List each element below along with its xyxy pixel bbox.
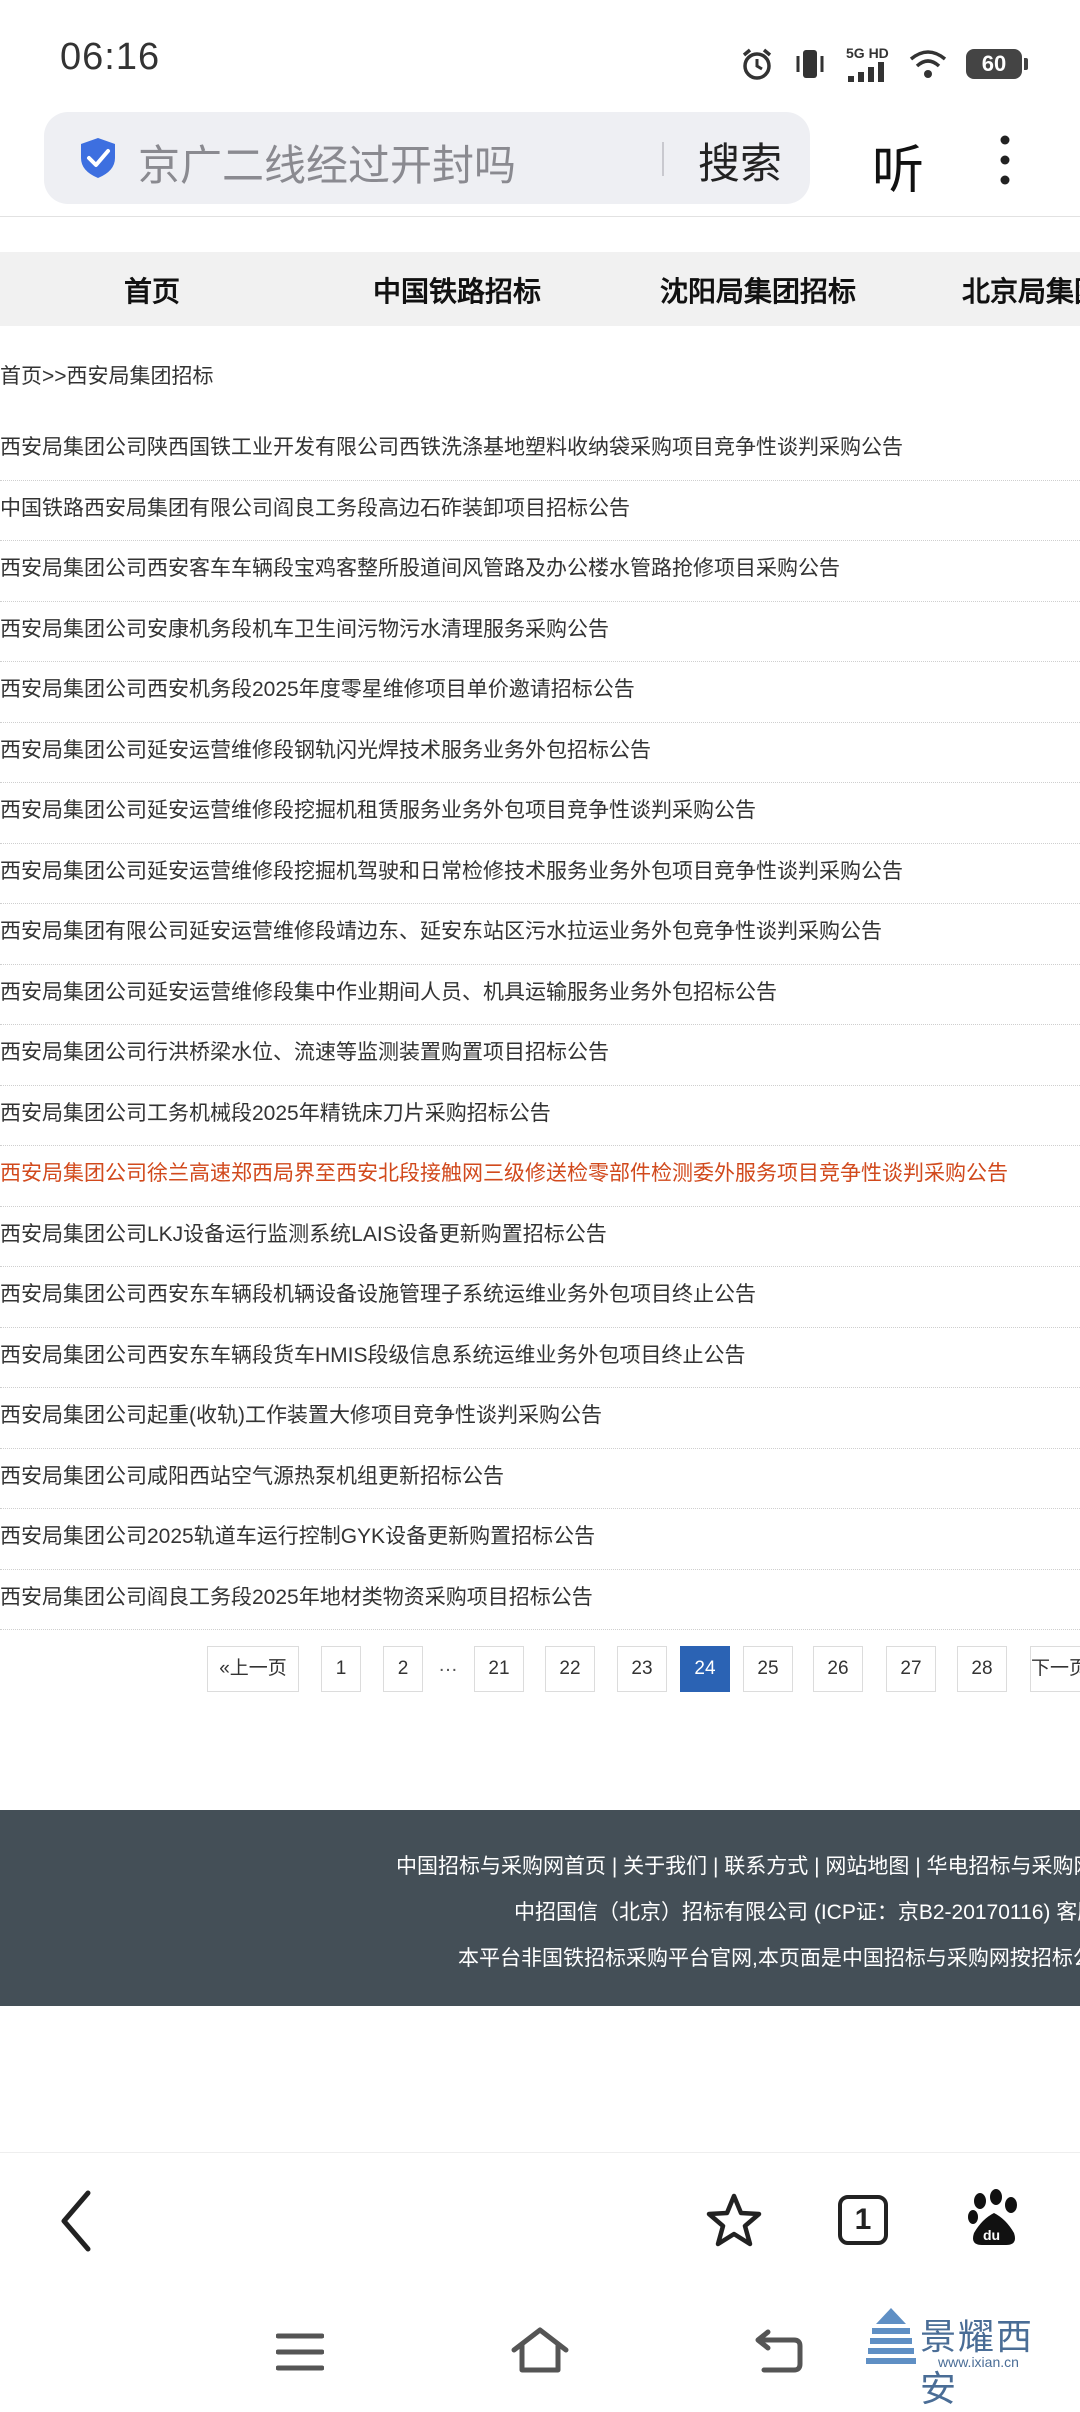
prev-page-button[interactable]: «上一页: [207, 1646, 299, 1692]
browser-toolbar: 1 du: [0, 2152, 1080, 2282]
svg-text:du: du: [983, 2227, 1000, 2243]
signal-icon: [848, 62, 884, 82]
list-item[interactable]: 西安局集团公司2025轨道车运行控制GYK设备更新购置招标公告: [0, 1509, 1080, 1570]
list-item[interactable]: 西安局集团公司西安东车辆段机辆设备设施管理子系统运维业务外包项目终止公告: [0, 1267, 1080, 1328]
list-item[interactable]: 西安局集团公司安康机务段机车卫生间污物污水清理服务采购公告: [0, 602, 1080, 662]
signal-group: 5G HD: [846, 46, 890, 82]
vibrate-icon: [796, 50, 824, 78]
page-ellipsis: …: [438, 1654, 458, 1676]
home-icon[interactable]: [510, 2326, 570, 2374]
list-item[interactable]: 西安局集团有限公司延安运营维修段靖边东、延安东站区污水拉运业务外包竞争性谈判采购…: [0, 904, 1080, 965]
nav-item-china-railway[interactable]: 中国铁路招标: [373, 270, 541, 310]
baidu-paw-icon[interactable]: du: [966, 2189, 1022, 2249]
list-item[interactable]: 西安局集团公司西安客车车辆段宝鸡客整所股道间风管路及办公楼水管路抢修项目采购公告: [0, 541, 1080, 602]
list-item[interactable]: 西安局集团公司工务机械段2025年精铣床刀片采购招标公告: [0, 1086, 1080, 1146]
page-button[interactable]: 21: [474, 1646, 524, 1692]
shield-icon: [81, 138, 115, 178]
list-item[interactable]: 西安局集团公司起重(收轨)工作装置大修项目竞争性谈判采购公告: [0, 1388, 1080, 1449]
list-item[interactable]: 中国铁路西安局集团有限公司阎良工务段高边石砟装卸项目招标公告: [0, 481, 1080, 541]
wifi-icon: [909, 50, 947, 78]
footer-disclaimer: 本平台非国铁招标采购平台官网,本页面是中国招标与采购网按招标公: [458, 1947, 1080, 1970]
page-button[interactable]: 1: [321, 1646, 361, 1692]
watermark-url: www.ixian.cn: [938, 2354, 1019, 2370]
site-nav: 首页 中国铁路招标 沈阳局集团招标 北京局集团: [0, 252, 1080, 326]
pagination: «上一页 1 2 … 21 22 23 24 25 26 27 28 下一页: [0, 1646, 1080, 1694]
next-page-button[interactable]: 下一页: [1030, 1646, 1080, 1692]
watermark-logo-icon: [866, 2308, 916, 2364]
watermark: 景耀西安 www.ixian.cn: [860, 2300, 1060, 2410]
alarm-icon: [742, 48, 772, 80]
page-button[interactable]: 25: [743, 1646, 793, 1692]
list-item[interactable]: 西安局集团公司延安运营维修段挖掘机租赁服务业务外包项目竞争性谈判采购公告: [0, 783, 1080, 844]
back-arrow-icon[interactable]: [56, 2189, 96, 2253]
page-button[interactable]: 26: [813, 1646, 863, 1692]
list-item[interactable]: 西安局集团公司延安运营维修段集中作业期间人员、机具运输服务业务外包招标公告: [0, 965, 1080, 1025]
page-button[interactable]: 23: [617, 1646, 667, 1692]
list-item-visited[interactable]: 西安局集团公司徐兰高速郑西局界至西安北段接触网三级修送检零部件检测委外服务项目竞…: [0, 1146, 1080, 1207]
battery-indicator: 60: [966, 49, 1028, 79]
list-item[interactable]: 西安局集团公司咸阳西站空气源热泵机组更新招标公告: [0, 1449, 1080, 1509]
page-button[interactable]: 27: [886, 1646, 936, 1692]
status-time: 06:16: [60, 36, 161, 78]
page-button[interactable]: 22: [545, 1646, 595, 1692]
footer-links[interactable]: 中国招标与采购网首页 | 关于我们 | 联系方式 | 网站地图 | 华电招标与采…: [396, 1850, 1080, 1880]
nav-item-beijing[interactable]: 北京局集团: [962, 270, 1080, 310]
list-item[interactable]: 西安局集团公司LKJ设备运行监测系统LAIS设备更新购置招标公告: [0, 1207, 1080, 1267]
list-item[interactable]: 西安局集团公司延安运营维修段钢轨闪光焊技术服务业务外包招标公告: [0, 723, 1080, 783]
breadcrumb[interactable]: 首页>>西安局集团招标: [0, 360, 214, 390]
list-item[interactable]: 西安局集团公司西安机务段2025年度零星维修项目单价邀请招标公告: [0, 662, 1080, 723]
return-icon[interactable]: [754, 2328, 804, 2374]
search-divider: [662, 142, 664, 176]
star-bookmark-icon[interactable]: [704, 2191, 764, 2251]
page-button[interactable]: 28: [957, 1646, 1007, 1692]
list-item[interactable]: 西安局集团公司行洪桥梁水位、流速等监测装置购置项目招标公告: [0, 1025, 1080, 1086]
tab-count-button[interactable]: 1: [838, 2195, 888, 2245]
list-item[interactable]: 西安局集团公司西安东车辆段货车HMIS段级信息系统运维业务外包项目终止公告: [0, 1328, 1080, 1388]
menu-icon[interactable]: [276, 2332, 324, 2372]
search-query-text: 京广二线经过开封吗: [138, 142, 517, 189]
site-footer: 中国招标与采购网首页 | 关于我们 | 联系方式 | 网站地图 | 华电招标与采…: [0, 1810, 1080, 2006]
list-item[interactable]: 西安局集团公司陕西国铁工业开发有限公司西铁洗涤基地塑料收纳袋采购项目竞争性谈判采…: [0, 420, 1080, 481]
browser-search-row: 京广二线经过开封吗 搜索 听: [0, 110, 1080, 220]
header-divider: [0, 216, 1080, 217]
tender-list: 西安局集团公司陕西国铁工业开发有限公司西铁洗涤基地塑料收纳袋采购项目竞争性谈判采…: [0, 420, 1080, 1630]
more-menu-icon[interactable]: [990, 132, 1020, 192]
footer-company: 中招国信（北京）招标有限公司 (ICP证：京B2-20170116) 客服: [514, 1901, 1080, 1924]
list-item[interactable]: 西安局集团公司延安运营维修段挖掘机驾驶和日常检修技术服务业务外包项目竞争性谈判采…: [0, 844, 1080, 904]
search-button[interactable]: 搜索: [698, 130, 782, 191]
page-button[interactable]: 2: [383, 1646, 423, 1692]
network-type-label: 5G HD: [846, 45, 889, 61]
page-button-current[interactable]: 24: [680, 1646, 730, 1692]
listen-button[interactable]: 听: [872, 128, 924, 203]
nav-item-shenyang[interactable]: 沈阳局集团招标: [660, 270, 856, 310]
search-input[interactable]: 京广二线经过开封吗 搜索: [44, 112, 810, 204]
list-item[interactable]: 西安局集团公司阎良工务段2025年地材类物资采购项目招标公告: [0, 1570, 1080, 1630]
status-bar: 06:16 5G HD 60: [0, 0, 1080, 110]
status-icons: 5G HD 60: [740, 40, 1028, 88]
nav-item-home[interactable]: 首页: [124, 270, 180, 310]
